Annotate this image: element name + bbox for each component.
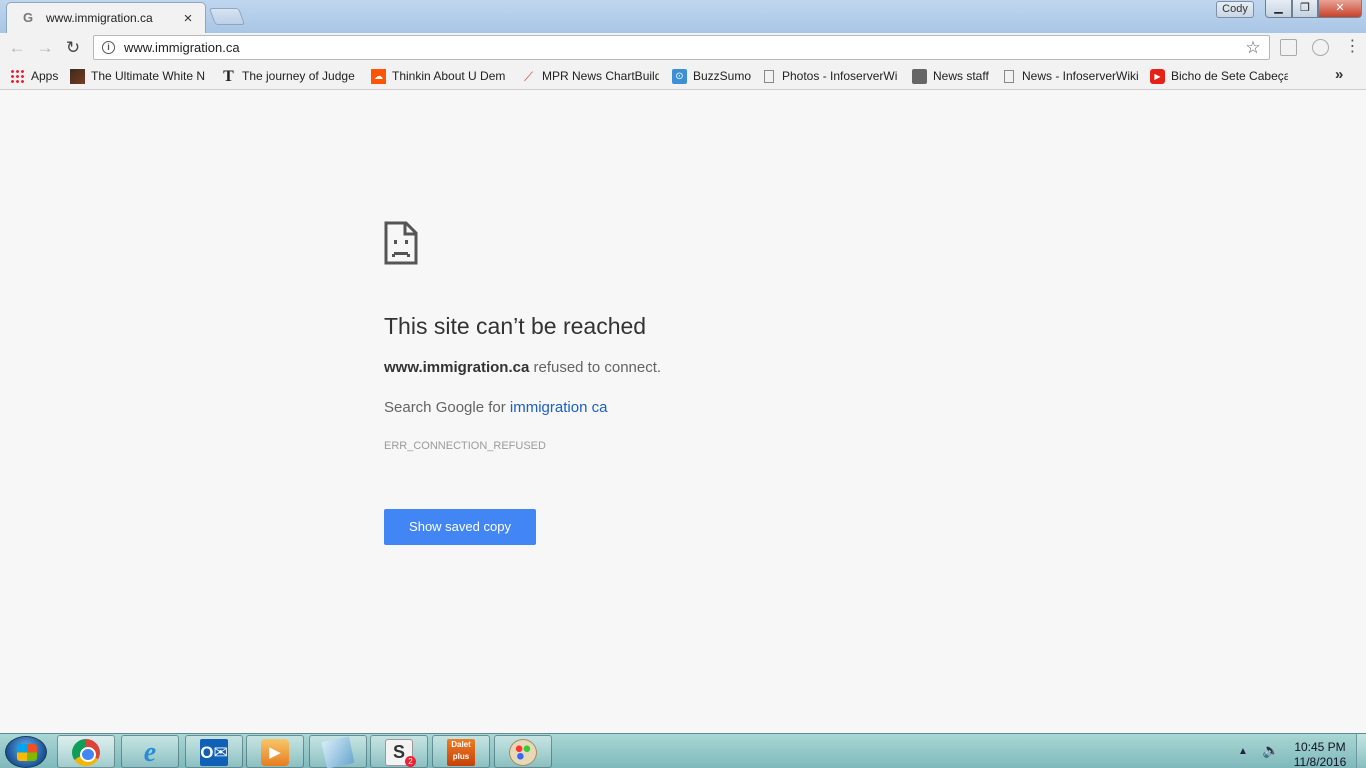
page-icon: [764, 69, 774, 83]
bookmark-label: MPR News ChartBuild: [542, 69, 659, 83]
search-link[interactable]: immigration ca: [510, 399, 608, 416]
ie-icon: e: [143, 737, 157, 768]
dalet-plus-label: plus: [452, 752, 470, 761]
bookmark-journey-of-judge[interactable]: T The journey of Judge: [221, 67, 357, 85]
media-player-icon: ▶: [261, 739, 289, 766]
bookmark-thinkin-about-u[interactable]: ☁ Thinkin About U Dem: [371, 67, 508, 85]
forward-arrow-icon[interactable]: →: [34, 37, 56, 59]
bookmark-ultimate-white[interactable]: The Ultimate White N: [70, 67, 208, 85]
search-suggestion: Search Google for immigration ca: [384, 399, 607, 416]
bookmark-mpr-chartbuilder[interactable]: ⟋ MPR News ChartBuild: [521, 67, 659, 85]
show-saved-copy-button[interactable]: Show saved copy: [384, 509, 536, 545]
url-text[interactable]: www.immigration.ca: [124, 40, 1241, 55]
folder-person-icon: [912, 68, 927, 84]
apps-grid-icon: [10, 68, 25, 84]
soundcloud-icon: ☁: [371, 68, 386, 84]
bookmark-bicho-de-sete[interactable]: ▶ Bicho de Sete Cabeça: [1150, 67, 1288, 85]
error-code: ERR_CONNECTION_REFUSED: [384, 440, 546, 452]
show-hidden-icons-icon[interactable]: ▲: [1238, 746, 1248, 757]
buzzsumo-icon: ⊙: [672, 68, 687, 84]
sad-document-icon: [384, 221, 418, 265]
chart-line-icon: ⟋: [523, 68, 534, 84]
clock-time[interactable]: 10:45 PM: [1290, 740, 1350, 754]
dalet-label: Dalet: [451, 740, 471, 749]
bookmark-apps[interactable]: Apps: [10, 67, 62, 85]
outlook-icon: O✉: [200, 739, 228, 766]
tab-immigration[interactable]: G www.immigration.ca ×: [6, 2, 206, 33]
taskbar: e O✉ ▶ S 2 Dalet plus ▲ 🔈 10:45 PM 11/8/2…: [0, 733, 1366, 768]
maximize-button[interactable]: ❐: [1292, 0, 1318, 18]
bookmark-label: Apps: [31, 69, 59, 83]
chrome-menu-icon[interactable]: ⋮: [1344, 39, 1361, 56]
bookmark-label: The Ultimate White N: [91, 69, 206, 83]
bookmark-photos-infoserver[interactable]: Photos - InfoserverWi: [762, 67, 900, 85]
windows-logo-icon: [17, 744, 37, 761]
notepad-icon: [321, 736, 355, 768]
error-detail: www.immigration.ca refused to connect.: [384, 359, 661, 376]
bookmark-label: News staff: [933, 69, 989, 83]
tab-close-icon[interactable]: ×: [181, 10, 195, 27]
error-host: www.immigration.ca: [384, 359, 530, 376]
bookmark-label: BuzzSumo: [693, 69, 752, 83]
taskbar-dalet-plus[interactable]: Dalet plus: [432, 735, 490, 768]
taskbar-slack[interactable]: S 2: [370, 735, 428, 768]
chrome-icon: [72, 739, 100, 766]
tab-title: www.immigration.ca: [46, 11, 153, 25]
close-window-button[interactable]: ✕: [1318, 0, 1362, 18]
taskbar-outlook[interactable]: O✉: [185, 735, 243, 768]
site-info-icon[interactable]: i: [102, 41, 115, 54]
tab-strip: G www.immigration.ca × Cody ▁ ❐ ✕: [0, 0, 1366, 33]
page-icon: [1004, 69, 1014, 83]
volume-icon[interactable]: 🔈: [1262, 742, 1279, 759]
bookmark-news-infoserver[interactable]: News - InfoserverWiki: [1002, 67, 1142, 85]
bookmark-label: Photos - InfoserverWi: [782, 69, 898, 83]
error-heading: This site can’t be reached: [384, 313, 647, 339]
back-arrow-icon[interactable]: ←: [6, 37, 28, 59]
ultimate-white-favicon-icon: [70, 68, 85, 84]
extension-doc-icon[interactable]: [1280, 39, 1297, 56]
taskbar-notepad[interactable]: [309, 735, 367, 768]
bookmark-label: News - InfoserverWiki: [1022, 69, 1139, 83]
google-favicon-icon: G: [23, 10, 34, 25]
bookmark-star-icon[interactable]: ☆: [1241, 38, 1265, 58]
taskbar-internet-explorer[interactable]: e: [121, 735, 179, 768]
start-button[interactable]: [5, 736, 47, 768]
notification-badge: 2: [405, 756, 416, 767]
youtube-icon: ▶: [1150, 68, 1165, 84]
browser-toolbar: ← → ↻ i www.immigration.ca ☆ ⋮: [0, 33, 1366, 62]
bookmarks-overflow-icon[interactable]: »: [1335, 66, 1343, 83]
new-tab-button[interactable]: [208, 8, 246, 25]
minimize-button[interactable]: ▁: [1265, 0, 1292, 18]
nyt-t-icon: T: [223, 67, 234, 85]
dalet-plus-icon: Dalet plus: [447, 739, 475, 766]
address-bar[interactable]: i www.immigration.ca ☆: [93, 35, 1270, 60]
bookmark-label: Bicho de Sete Cabeça: [1171, 69, 1288, 83]
taskbar-media-player[interactable]: ▶: [246, 735, 304, 768]
taskbar-paint[interactable]: [494, 735, 552, 768]
bookmark-buzzsumo[interactable]: ⊙ BuzzSumo: [672, 67, 752, 85]
search-prefix: Search Google for: [384, 399, 510, 416]
extension-circle-icon[interactable]: [1312, 39, 1329, 56]
clock-date[interactable]: 11/8/2016: [1290, 755, 1350, 768]
bookmark-label: The journey of Judge: [242, 69, 355, 83]
paint-palette-icon: [509, 739, 537, 766]
profile-button[interactable]: Cody: [1216, 1, 1254, 18]
error-detail-suffix: refused to connect.: [529, 359, 662, 376]
bookmark-news-staff[interactable]: News staff: [912, 67, 992, 85]
page-content: This site can’t be reached www.immigrati…: [0, 91, 1366, 733]
bookmarks-bar: Apps The Ultimate White N T The journey …: [0, 62, 1366, 90]
reload-icon[interactable]: ↻: [62, 37, 84, 59]
taskbar-chrome[interactable]: [57, 735, 115, 768]
show-desktop-button[interactable]: [1356, 734, 1366, 768]
bookmark-label: Thinkin About U Dem: [392, 69, 506, 83]
